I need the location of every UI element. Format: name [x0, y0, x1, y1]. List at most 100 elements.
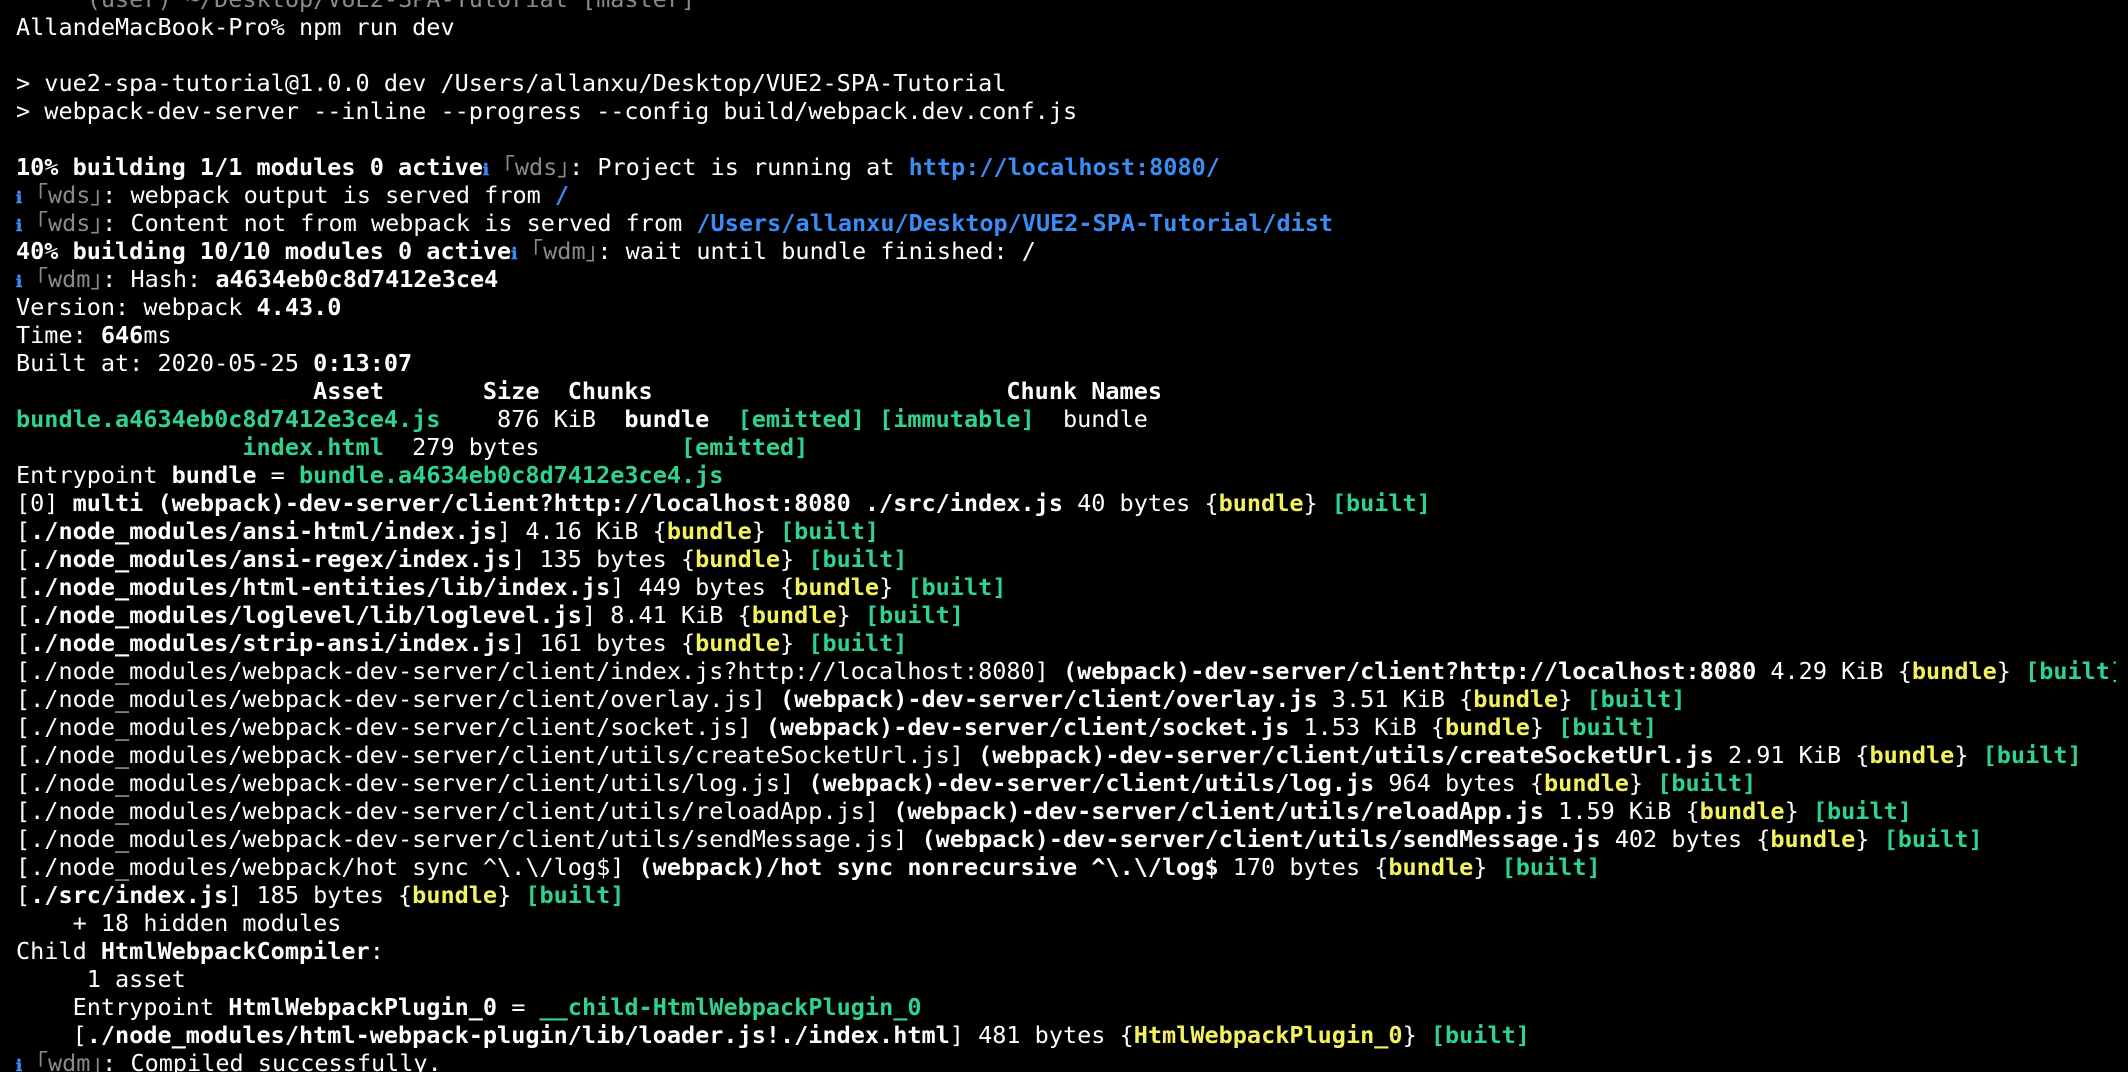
terminal-text: 4.29 KiB { [1756, 657, 1912, 685]
terminal-line: [./node_modules/webpack/hot sync ^\.\/lo… [16, 853, 2116, 881]
terminal-text: bundle [1388, 853, 1474, 881]
terminal-text: ./node_modules/ansi-regex/index.js [30, 545, 512, 573]
terminal-line: 1 asset [16, 965, 2116, 993]
terminal-text: AllandeMacBook-Pro% npm run dev [16, 13, 455, 41]
terminal-text: ./node_modules/ansi-html/index.js [30, 517, 498, 545]
terminal-text: [emitted] [immutable] [737, 405, 1035, 433]
terminal-line: AllandeMacBook-Pro% npm run dev [16, 13, 2116, 41]
terminal-line: ℹ ｢wdm｣: Hash: a4634eb0c8d7412e3ce4 [16, 265, 2116, 293]
terminal-text: [./node_modules/webpack-dev-server/clien… [16, 713, 766, 741]
terminal-text: [built] [780, 517, 880, 545]
terminal-text: Asset Size Chunks Chunk Names [16, 377, 1163, 405]
terminal-text: Version: webpack [16, 293, 257, 321]
terminal-text: (user) ~/Desktop/VUE2-SPA-Tutorial [mast… [16, 0, 695, 13]
terminal-text: bundle [1699, 797, 1785, 825]
terminal-text: [ [16, 601, 31, 629]
terminal-text: (webpack)-dev-server/client?http://local… [1062, 657, 1757, 685]
terminal-text: bundle [1034, 405, 1148, 433]
terminal-text: ./node_modules/loglevel/lib/loglevel.js [30, 601, 582, 629]
terminal-line: [./node_modules/webpack-dev-server/clien… [16, 713, 2116, 741]
terminal-text: index.html [16, 433, 384, 461]
terminal-text: ./node_modules/html-entities/lib/index.j… [30, 573, 611, 601]
terminal-text: ｢wdm｣ [22, 265, 103, 293]
terminal-text: 40% building 10/10 modules 0 active [16, 237, 512, 265]
terminal-text: } [1303, 489, 1332, 517]
terminal-line: [./src/index.js] 185 bytes {bundle} [bui… [16, 881, 2116, 909]
terminal-text: HtmlWebpackPlugin_0 [228, 993, 498, 1021]
terminal-text: } [1855, 825, 1884, 853]
terminal-text: ｢wds｣ [22, 181, 103, 209]
terminal-text: } [879, 573, 908, 601]
terminal-text: bundle [794, 573, 880, 601]
terminal-text: [built] [2025, 657, 2116, 685]
terminal-text: ] 481 bytes { [949, 1021, 1134, 1049]
terminal-text: (webpack)-dev-server/client/utils/reload… [893, 797, 1545, 825]
terminal-text: ./node_modules/html-webpack-plugin/lib/l… [86, 1021, 950, 1049]
terminal-text: bundle [412, 881, 498, 909]
terminal-text: : Content not from webpack is served fro… [102, 209, 697, 237]
terminal-text: (webpack)-dev-server/client/overlay.js [780, 685, 1318, 713]
terminal-text: } [751, 517, 781, 545]
terminal-line: Asset Size Chunks Chunk Names [16, 377, 2116, 405]
terminal-text: 646 [100, 321, 144, 349]
terminal-text: = [497, 993, 540, 1021]
terminal-text: 40 bytes { [1062, 489, 1219, 517]
terminal-text: > vue2-spa-tutorial@1.0.0 dev /Users/all… [16, 69, 1007, 97]
terminal-text: [built] [808, 629, 908, 657]
terminal-line: Built at: 2020-05-25 0:13:07 [16, 349, 2116, 377]
terminal-text: 1.59 KiB { [1544, 797, 1700, 825]
terminal-text: Entrypoint [16, 461, 172, 489]
terminal-line: 40% building 10/10 modules 0 activeℹ ｢wd… [16, 237, 2116, 265]
terminal-text: ] 185 bytes { [228, 881, 413, 909]
terminal-text: bundle [1444, 713, 1530, 741]
terminal-text: ./node_modules/strip-ansi/index.js [30, 629, 512, 657]
terminal-text: [./node_modules/webpack/hot sync ^\.\/lo… [16, 853, 639, 881]
terminal-text: ] 161 bytes { [511, 629, 696, 657]
terminal-line: Entrypoint HtmlWebpackPlugin_0 = __child… [16, 993, 2116, 1021]
terminal-text: bundle [751, 601, 837, 629]
terminal-text: Entrypoint [16, 993, 229, 1021]
terminal-text: [./node_modules/webpack-dev-server/clien… [16, 685, 781, 713]
terminal-text: ｢wdm｣ [22, 1049, 103, 1072]
terminal-text: } [836, 601, 865, 629]
terminal-text: bundle.a4634eb0c8d7412e3ce4.js [298, 461, 724, 489]
terminal-output: (user) ~/Desktop/VUE2-SPA-Tutorial [mast… [16, 0, 2116, 1072]
terminal-text: } [1954, 741, 1983, 769]
terminal-text: bundle.a4634eb0c8d7412e3ce4.js [16, 405, 441, 433]
terminal-text: Built at: 2020-05-25 [16, 349, 314, 377]
terminal-text: [ [16, 629, 31, 657]
terminal-line: Time: 646ms [16, 321, 2116, 349]
terminal-text: [built] [864, 601, 964, 629]
terminal-text: 0:13:07 [313, 349, 413, 377]
terminal-text: bundle [695, 545, 781, 573]
terminal-text: [built] [1331, 489, 1431, 517]
terminal-line: [0] multi (webpack)-dev-server/client?ht… [16, 489, 2116, 517]
terminal-text: + 18 hidden modules [16, 909, 342, 937]
terminal-text: HtmlWebpackCompiler [100, 937, 370, 965]
terminal-text: [./node_modules/webpack-dev-server/clien… [16, 741, 979, 769]
terminal-text: > webpack-dev-server --inline --progress… [16, 97, 1078, 125]
terminal-line: Version: webpack 4.43.0 [16, 293, 2116, 321]
terminal-text: = [256, 461, 299, 489]
terminal-text: [built] [1558, 713, 1658, 741]
terminal-text: [./node_modules/webpack-dev-server/clien… [16, 657, 1063, 685]
terminal-text: (webpack)-dev-server/client/utils/log.js [808, 769, 1375, 797]
terminal-text: (webpack)-dev-server/client/utils/create… [978, 741, 1714, 769]
terminal-line: ℹ ｢wds｣: Content not from webpack is ser… [16, 209, 2116, 237]
terminal-line: [./node_modules/loglevel/lib/loglevel.js… [16, 601, 2116, 629]
terminal-text: } [1558, 685, 1587, 713]
terminal-line: [./node_modules/webpack-dev-server/clien… [16, 685, 2116, 713]
terminal-text: bundle [666, 517, 752, 545]
terminal-text: bundle [1473, 685, 1559, 713]
terminal-text: ] 449 bytes { [610, 573, 795, 601]
terminal-text: 2.91 KiB { [1713, 741, 1870, 769]
terminal-window[interactable]: (user) ~/Desktop/VUE2-SPA-Tutorial [mast… [0, 0, 2128, 1072]
terminal-text: [built] [525, 881, 625, 909]
terminal-text: ｢wdm｣ [517, 237, 598, 265]
terminal-text: : Project is running at [569, 153, 909, 181]
terminal-text: [built] [907, 573, 1007, 601]
terminal-text: bundle [1911, 657, 1997, 685]
terminal-text: [ [16, 881, 31, 909]
terminal-text: 279 bytes [383, 433, 681, 461]
